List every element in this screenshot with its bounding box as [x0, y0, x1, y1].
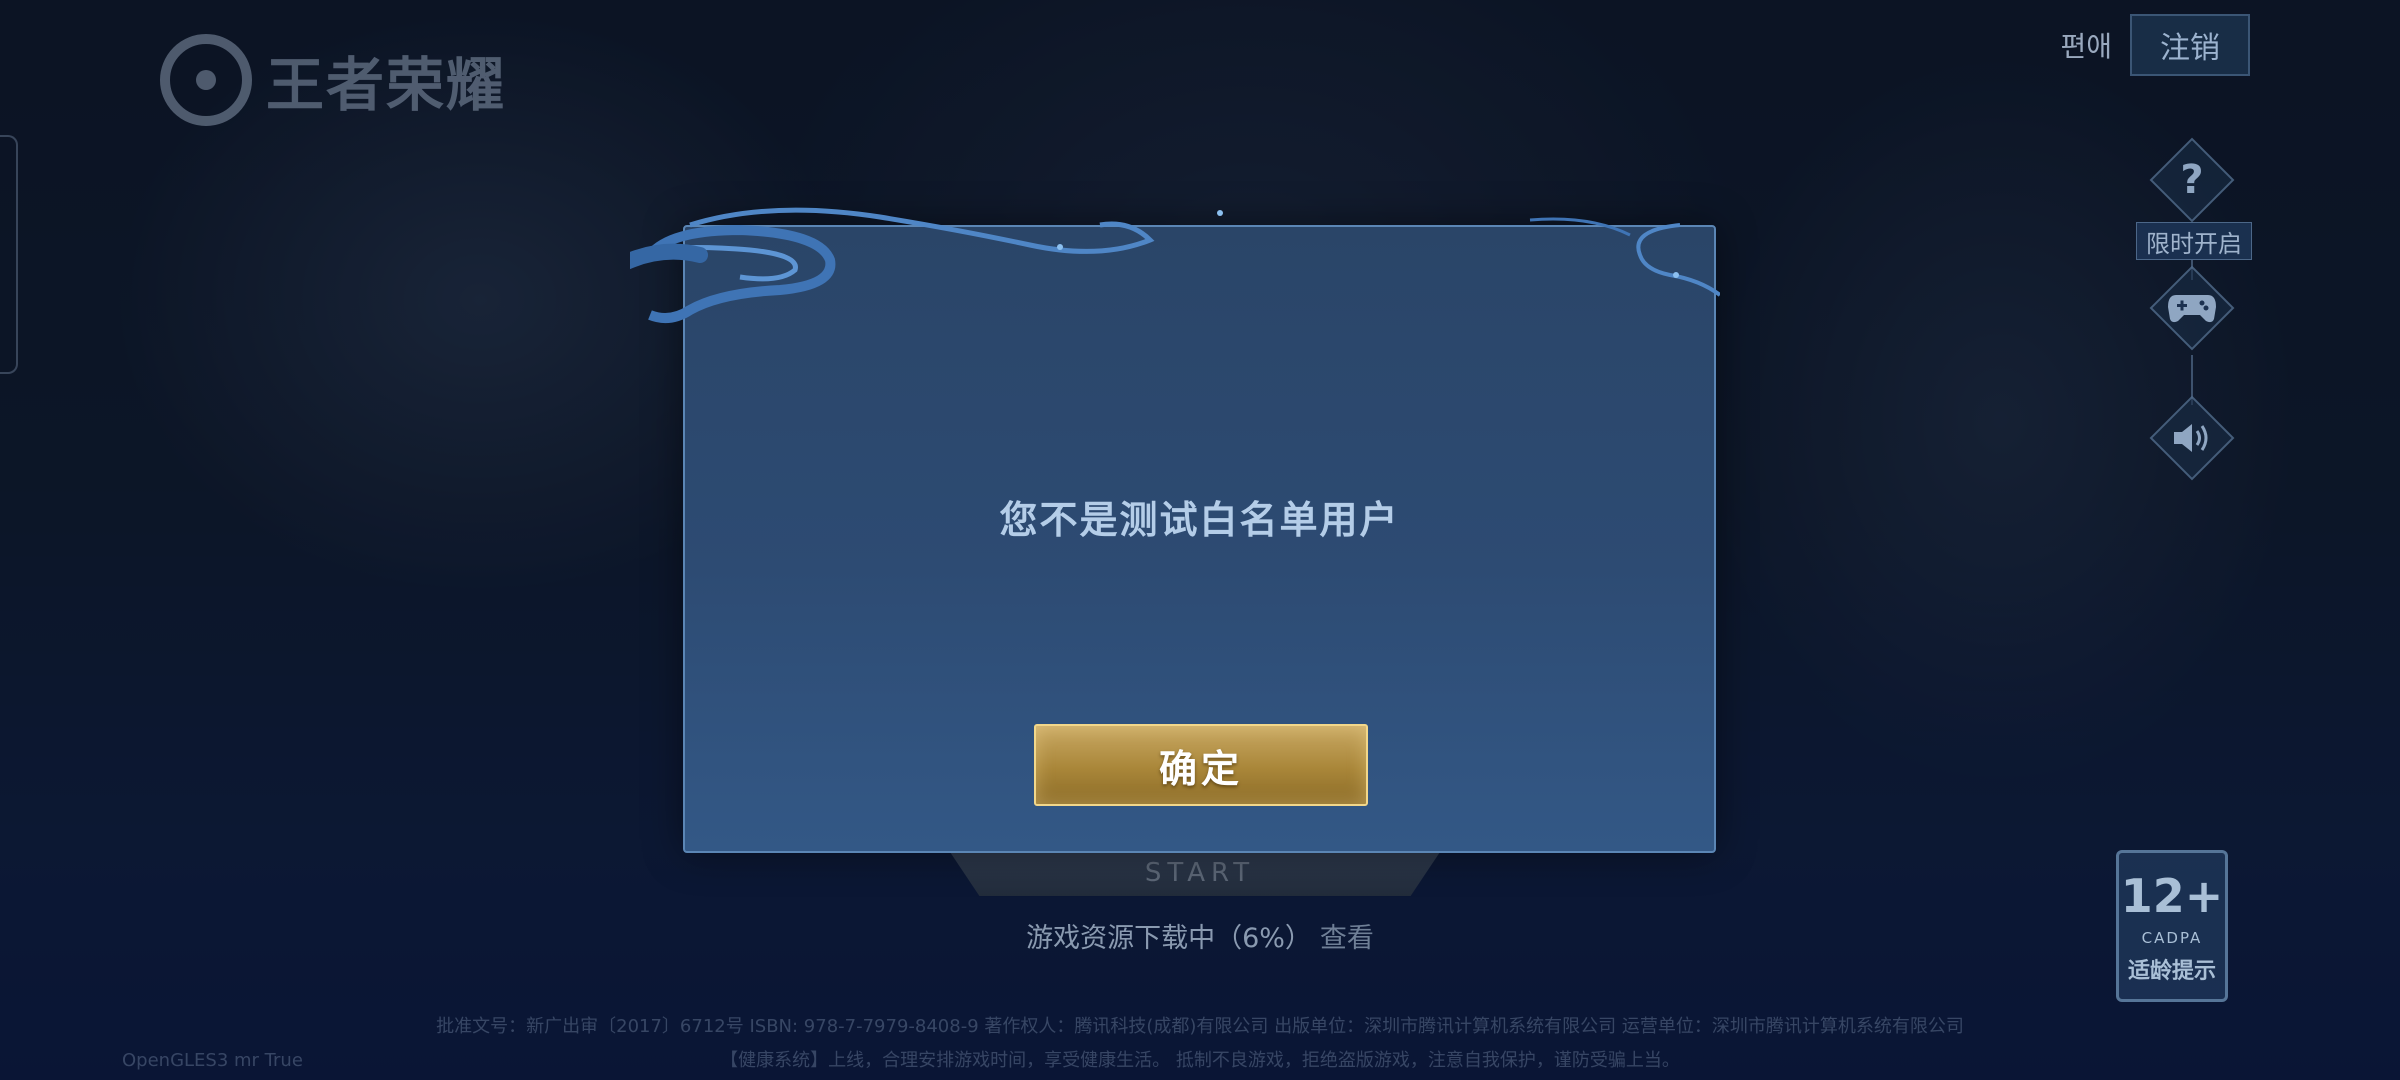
gamepad-icon [2168, 295, 2216, 323]
sound-button[interactable] [2149, 395, 2235, 481]
alert-dialog: 您不是测试白名单用户 确定 [683, 225, 1716, 853]
legal-footer: 批准文号：新广出审〔2017〕6712号 ISBN: 978-7-7979-84… [330, 1010, 2070, 1078]
view-link[interactable]: 查看 [1320, 923, 1374, 954]
speaker-icon [2174, 424, 2208, 452]
start-label: START [1144, 858, 1256, 888]
age-rating-number: 12+ [2120, 869, 2224, 923]
limited-time-label: 限时开启 [2136, 222, 2252, 260]
side-drawer-tab[interactable] [0, 135, 18, 374]
age-rating-badge[interactable]: 12+ CADPA 适龄提示 [2116, 850, 2228, 1002]
question-icon: ? [2180, 157, 2204, 203]
footer-line: 批准文号：新广出审〔2017〕6712号 ISBN: 978-7-7979-84… [436, 1016, 1964, 1037]
dialog-message: 您不是测试白名单用户 [999, 498, 1400, 542]
age-rating-org: CADPA [2141, 929, 2203, 947]
footer-line: 【健康系统】上线，合理安排游戏时间，享受健康生活。 抵制不良游戏，拒绝盗版游戏，… [720, 1050, 1680, 1071]
logout-button[interactable]: 注销 [2130, 14, 2250, 76]
help-button[interactable]: ? [2149, 137, 2235, 223]
render-info: OpenGLES3 mr True [122, 1050, 303, 1071]
logo-text: 王者荣耀 [266, 51, 507, 119]
confirm-button[interactable]: 确定 [1034, 724, 1368, 806]
account-controls: 편애 注销 [2060, 14, 2250, 76]
download-progress-text: 游戏资源下载中（6%） [1026, 923, 1312, 954]
download-status: 游戏资源下载中（6%） 查看 [0, 916, 2400, 955]
gamepad-button[interactable] [2149, 265, 2235, 351]
age-rating-tip: 适龄提示 [2127, 959, 2216, 984]
logo-mark-icon [160, 34, 252, 126]
game-logo: 王者荣耀 [160, 34, 506, 126]
edit-link[interactable]: 편애 [2060, 25, 2112, 65]
